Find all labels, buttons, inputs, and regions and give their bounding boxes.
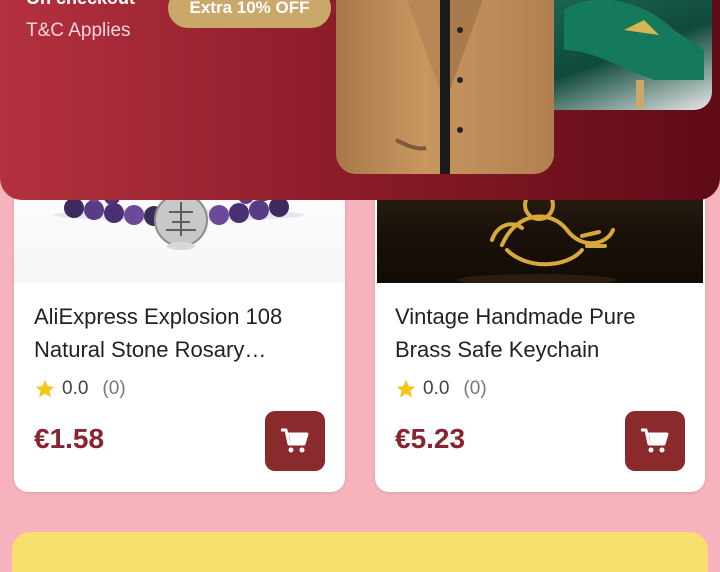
product-price: €5.23 bbox=[395, 423, 466, 454]
product-rating: 0.0 (0) bbox=[34, 378, 126, 400]
add-to-cart-button[interactable] bbox=[625, 411, 685, 471]
review-count: (0) bbox=[102, 378, 126, 399]
review-count: (0) bbox=[463, 378, 487, 399]
product-rating: 0.0 (0) bbox=[395, 378, 487, 400]
star-icon bbox=[396, 379, 416, 398]
product-title[interactable]: Vintage Handmade Pure Brass Safe Keychai… bbox=[395, 300, 687, 366]
rating-value: 0.0 bbox=[62, 378, 89, 399]
product-price: €1.58 bbox=[34, 423, 105, 454]
banner-shoes-image bbox=[554, 0, 712, 110]
banner-checkout-text: On checkout bbox=[26, 0, 135, 9]
bottom-banner[interactable] bbox=[12, 532, 708, 572]
banner-offer-badge[interactable]: Extra 10% OFF bbox=[168, 0, 331, 28]
banner-terms-text: T&C Applies bbox=[26, 20, 131, 41]
rating-value: 0.0 bbox=[423, 378, 450, 399]
star-icon bbox=[35, 379, 55, 398]
product-card[interactable]: AliExpress Explosion 108 Natural Stone R… bbox=[14, 150, 345, 492]
shopping-cart-icon bbox=[281, 428, 309, 453]
product-card[interactable]: Vintage Handmade Pure Brass Safe Keychai… bbox=[375, 150, 705, 492]
banner-jacket-image bbox=[336, 0, 554, 174]
add-to-cart-button[interactable] bbox=[265, 411, 325, 471]
product-title[interactable]: AliExpress Explosion 108 Natural Stone R… bbox=[34, 300, 327, 366]
promo-banner[interactable]: On checkout T&C Applies Extra 10% OFF bbox=[0, 0, 720, 200]
shopping-cart-icon bbox=[641, 428, 669, 453]
